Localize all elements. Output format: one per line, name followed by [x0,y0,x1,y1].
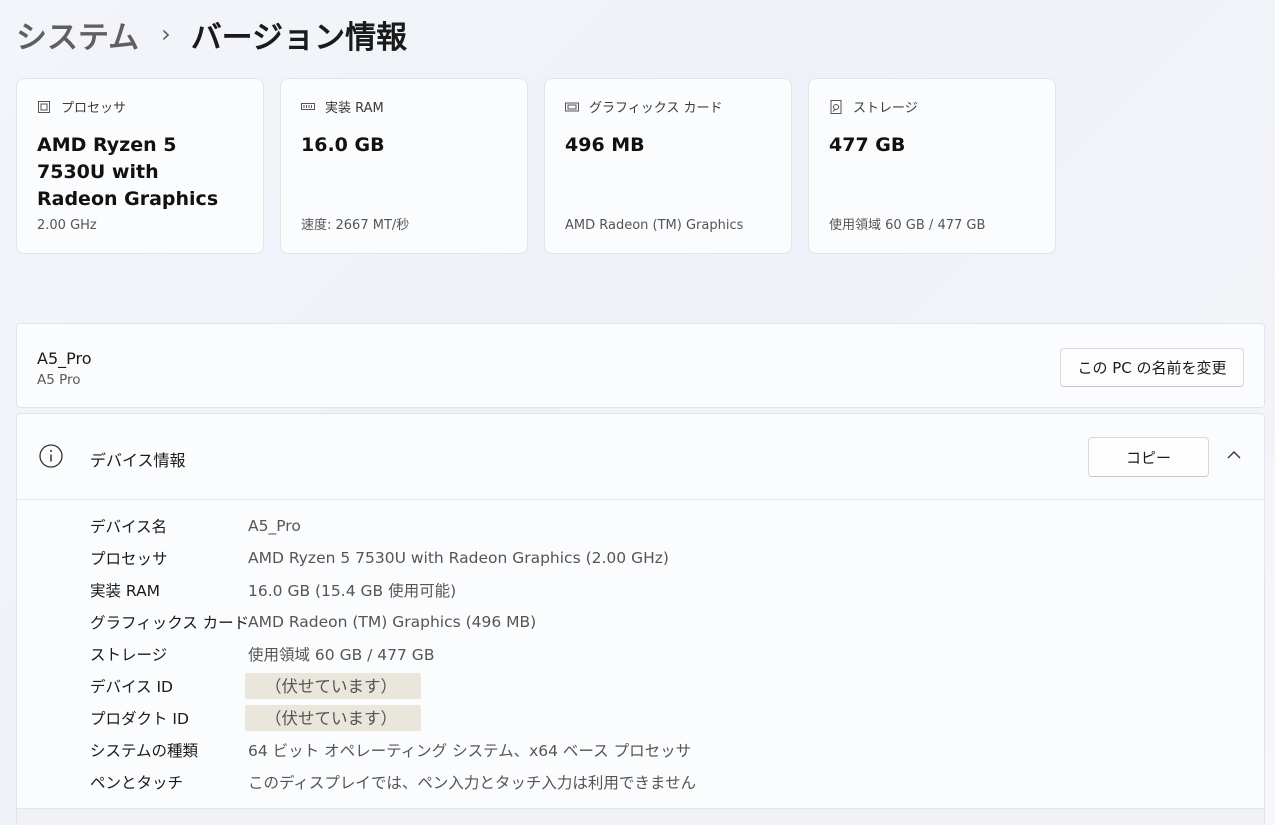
spec-label: グラフィックス カード [90,614,250,632]
spec-row-system-type: システムの種類 64 ビット オペレーティング システム、x64 ベース プロセ… [90,734,696,766]
spec-row-processor: プロセッサ AMD Ryzen 5 7530U with Radeon Grap… [90,542,696,574]
redacted-value: （伏せています） [245,673,421,699]
ram-icon [301,100,315,114]
spec-label: プロダクト ID [90,710,189,728]
spec-value: AMD Radeon (TM) Graphics (496 MB) [248,613,537,631]
spec-row-graphics: グラフィックス カード AMD Radeon (TM) Graphics (49… [90,606,696,638]
spec-label: デバイス名 [90,518,168,536]
spec-cards: プロセッサ AMD Ryzen 5 7530U with Radeon Grap… [16,78,1056,254]
card-sub: AMD Radeon (TM) Graphics [565,218,744,233]
device-spec-list: デバイス名 A5_Pro プロセッサ AMD Ryzen 5 7530U wit… [90,510,696,798]
spec-value: このディスプレイでは、ペン入力とタッチ入力は利用できません [248,774,696,792]
copy-button[interactable]: コピー [1088,437,1209,477]
spec-row-storage: ストレージ 使用領域 60 GB / 477 GB [90,638,696,670]
card-storage: ストレージ 477 GB 使用領域 60 GB / 477 GB [808,78,1056,254]
card-label: ストレージ [853,101,918,116]
spec-value: A5_Pro [248,517,301,535]
card-label: プロセッサ [61,101,127,116]
spec-value: 使用領域 60 GB / 477 GB [248,646,435,664]
device-info-panel: デバイス情報 コピー デバイス名 A5_Pro プロセッサ AMD Ryzen … [16,413,1265,825]
spec-row-ram: 実装 RAM 16.0 GB (15.4 GB 使用可能) [90,574,696,606]
spec-label: 実装 RAM [90,582,161,600]
graphics-card-icon [565,100,579,114]
card-sub: 使用領域 60 GB / 477 GB [829,218,986,233]
info-icon [39,444,63,468]
spec-value: 16.0 GB (15.4 GB 使用可能) [248,582,457,600]
card-sub: 2.00 GHz [37,218,97,233]
breadcrumb-parent-system[interactable]: システム [16,12,139,57]
card-value: AMD Ryzen 5 7530U with Radeon Graphics [37,134,219,210]
device-info-header[interactable]: デバイス情報 コピー [17,414,1264,500]
spec-label: ペンとタッチ [90,774,184,792]
next-section-edge [17,808,1264,825]
card-graphics: グラフィックス カード 496 MB AMD Radeon (TM) Graph… [544,78,792,254]
page-title: バージョン情報 [190,19,408,56]
card-value: 16.0 GB [301,134,385,156]
device-info-title: デバイス情報 [90,451,186,470]
storage-icon [829,99,843,114]
spec-row-product-id: プロダクト ID （伏せています） [90,702,696,734]
card-label: 実装 RAM [325,101,384,116]
chevron-up-icon[interactable] [1226,447,1242,463]
spec-label: ストレージ [90,646,168,664]
spec-label: システムの種類 [90,742,199,760]
pc-name: A5_Pro [37,349,92,368]
spec-value: 64 ビット オペレーティング システム、x64 ベース プロセッサ [248,742,692,760]
card-ram: 実装 RAM 16.0 GB 速度: 2667 MT/秒 [280,78,528,254]
breadcrumb-separator-icon: › [161,20,171,48]
spec-label: デバイス ID [90,678,173,696]
breadcrumb: システム › バージョン情報 [16,12,407,56]
spec-row-device-id: デバイス ID （伏せています） [90,670,696,702]
redacted-value: （伏せています） [245,705,421,731]
card-value: 477 GB [829,134,906,156]
card-processor: プロセッサ AMD Ryzen 5 7530U with Radeon Grap… [16,78,264,254]
spec-label: プロセッサ [90,550,168,568]
spec-row-pen-touch: ペンとタッチ このディスプレイでは、ペン入力とタッチ入力は利用できません [90,766,696,798]
card-sub: 速度: 2667 MT/秒 [301,218,410,233]
processor-icon [37,100,51,114]
pc-name-panel: A5_Pro A5 Pro この PC の名前を変更 [16,323,1265,408]
spec-value: AMD Ryzen 5 7530U with Radeon Graphics (… [248,549,669,567]
spec-row-device-name: デバイス名 A5_Pro [90,510,696,542]
card-label: グラフィックス カード [589,101,723,116]
card-value: 496 MB [565,134,645,156]
pc-model: A5 Pro [37,372,81,388]
rename-pc-button[interactable]: この PC の名前を変更 [1060,348,1244,387]
